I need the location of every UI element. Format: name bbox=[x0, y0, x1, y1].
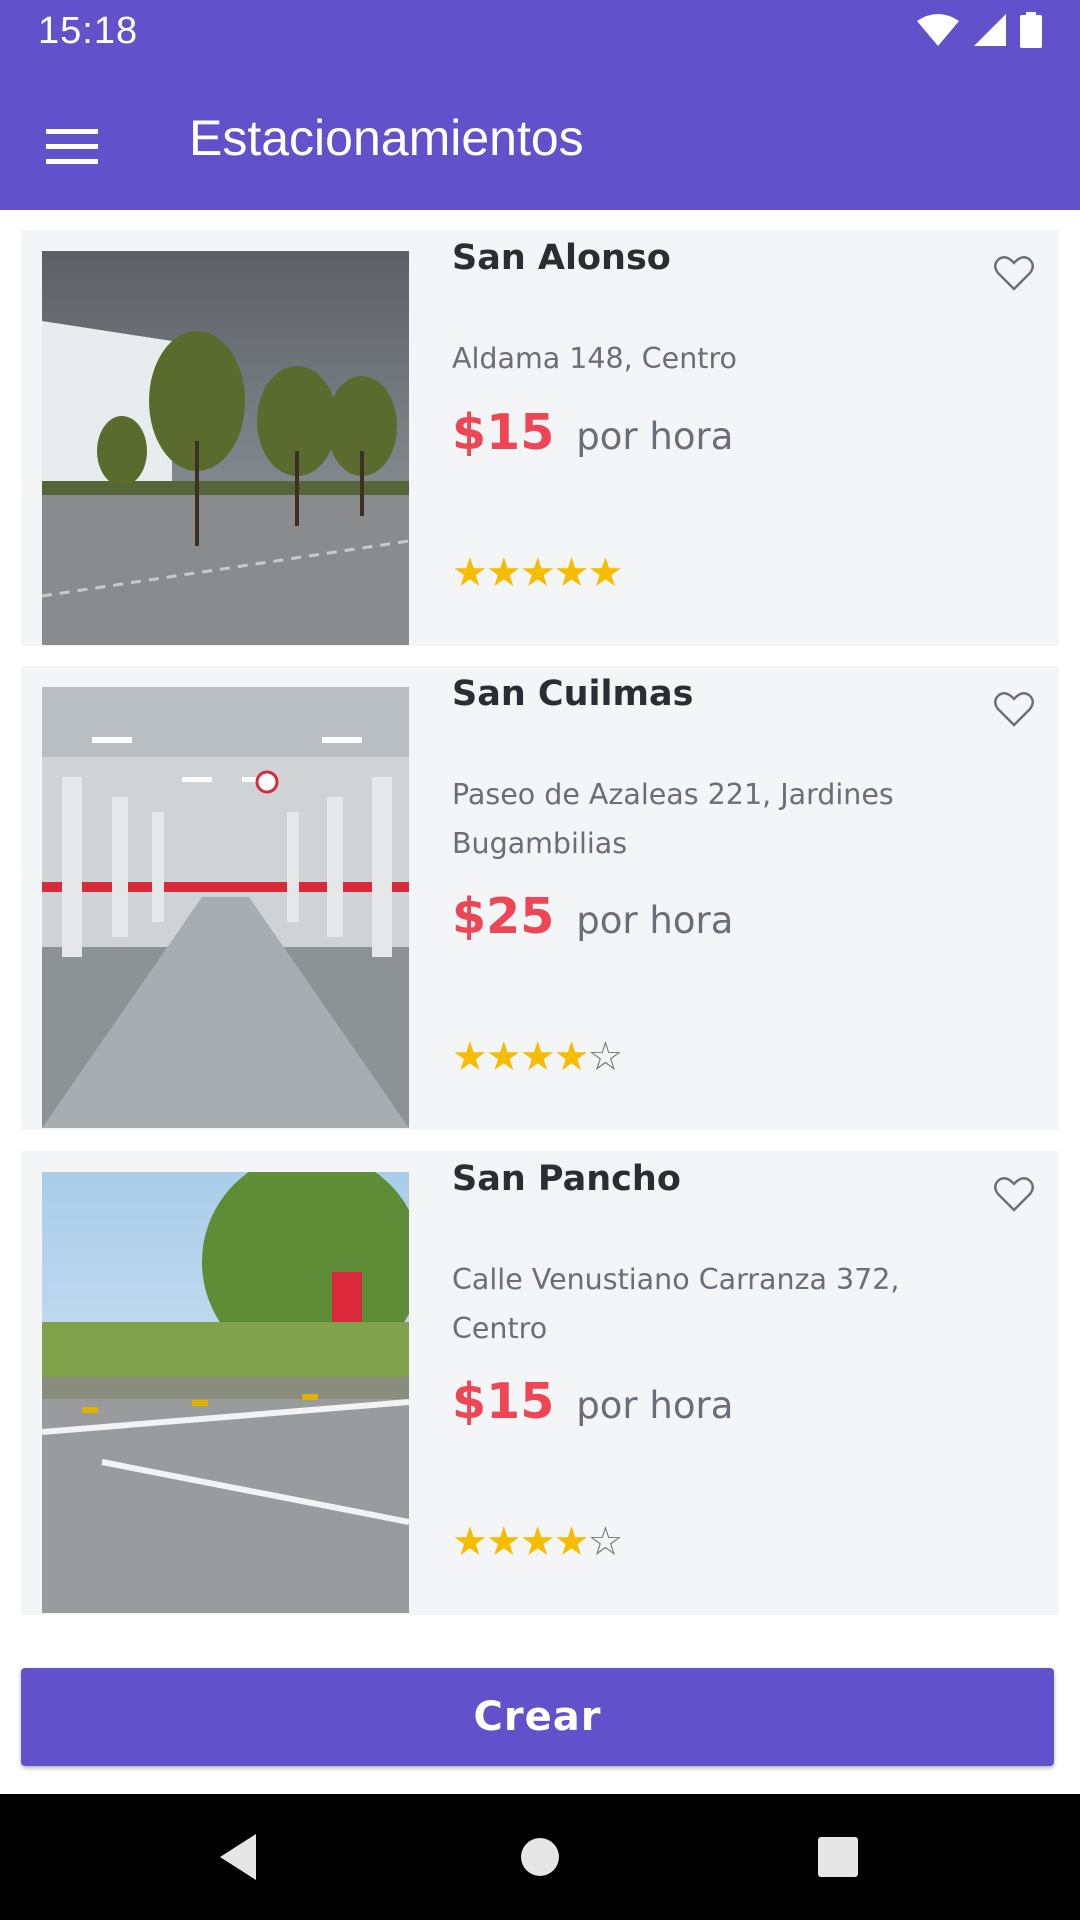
status-time: 15:18 bbox=[38, 10, 139, 52]
list-item[interactable]: San Pancho Calle Venustiano Carranza 372… bbox=[21, 1151, 1059, 1615]
system-icons bbox=[916, 12, 1042, 48]
hamburger-menu-icon[interactable] bbox=[30, 104, 114, 188]
price-unit: por hora bbox=[576, 415, 734, 458]
recents-icon[interactable] bbox=[805, 1824, 871, 1890]
listing-address: Paseo de Azaleas 221, Jardines Bugambili… bbox=[452, 778, 894, 860]
listing-name: San Pancho bbox=[452, 1159, 681, 1199]
parking-photo bbox=[42, 1172, 409, 1613]
star-empty-icon: ☆ bbox=[587, 1519, 623, 1565]
listing-price: $25 bbox=[452, 888, 555, 945]
star-filled-icon: ★ bbox=[519, 1519, 556, 1565]
star-filled-icon: ★ bbox=[485, 550, 522, 596]
favorite-heart-icon[interactable] bbox=[989, 684, 1039, 734]
star-filled-icon: ★ bbox=[553, 550, 590, 596]
home-icon[interactable] bbox=[507, 1824, 573, 1890]
star-filled-icon: ★ bbox=[519, 1034, 556, 1080]
star-filled-icon: ★ bbox=[485, 1519, 522, 1565]
listing-price: $15 bbox=[452, 404, 555, 461]
favorite-heart-icon[interactable] bbox=[989, 1169, 1039, 1219]
parking-photo bbox=[42, 687, 409, 1128]
favorite-heart-icon[interactable] bbox=[989, 248, 1039, 298]
price-unit: por hora bbox=[576, 899, 734, 942]
price-row: $15 por hora bbox=[452, 404, 733, 461]
signal-icon bbox=[974, 14, 1006, 46]
star-empty-icon: ☆ bbox=[587, 1034, 623, 1080]
star-filled-icon: ★ bbox=[452, 550, 488, 596]
app-bar: Estacionamientos bbox=[0, 64, 1080, 210]
rating-stars: ★ ★ ★ ★ ☆ bbox=[452, 1034, 623, 1080]
star-filled-icon: ★ bbox=[485, 1034, 522, 1080]
star-filled-icon: ★ bbox=[452, 1034, 488, 1080]
battery-icon bbox=[1020, 12, 1042, 48]
star-filled-icon: ★ bbox=[587, 550, 623, 596]
parking-photo bbox=[42, 251, 409, 645]
bottom-action-bar: Crear bbox=[0, 1632, 1080, 1794]
listing-name: San Alonso bbox=[452, 238, 671, 278]
star-filled-icon: ★ bbox=[553, 1519, 590, 1565]
rating-stars: ★ ★ ★ ★ ★ bbox=[452, 550, 623, 596]
listing-price: $15 bbox=[452, 1373, 555, 1430]
rating-stars: ★ ★ ★ ★ ☆ bbox=[452, 1519, 623, 1565]
star-filled-icon: ★ bbox=[452, 1519, 488, 1565]
listing-name: San Cuilmas bbox=[452, 674, 694, 714]
price-row: $15 por hora bbox=[452, 1373, 733, 1430]
price-row: $25 por hora bbox=[452, 888, 733, 945]
price-unit: por hora bbox=[576, 1384, 734, 1427]
star-filled-icon: ★ bbox=[553, 1034, 590, 1080]
list-item[interactable]: San Cuilmas Paseo de Azaleas 221, Jardin… bbox=[21, 666, 1059, 1130]
system-nav-bar bbox=[0, 1794, 1080, 1920]
listing-address: Aldama 148, Centro bbox=[452, 342, 737, 375]
star-filled-icon: ★ bbox=[519, 550, 556, 596]
list-item[interactable]: San Alonso Aldama 148, Centro $15 por ho… bbox=[21, 230, 1059, 646]
listing-address: Calle Venustiano Carranza 372, Centro bbox=[452, 1263, 900, 1345]
wifi-icon bbox=[917, 14, 959, 46]
status-bar: 15:18 bbox=[0, 0, 1080, 64]
back-icon[interactable] bbox=[205, 1824, 271, 1890]
page-title: Estacionamientos bbox=[189, 110, 584, 166]
create-button[interactable]: Crear bbox=[21, 1668, 1054, 1766]
